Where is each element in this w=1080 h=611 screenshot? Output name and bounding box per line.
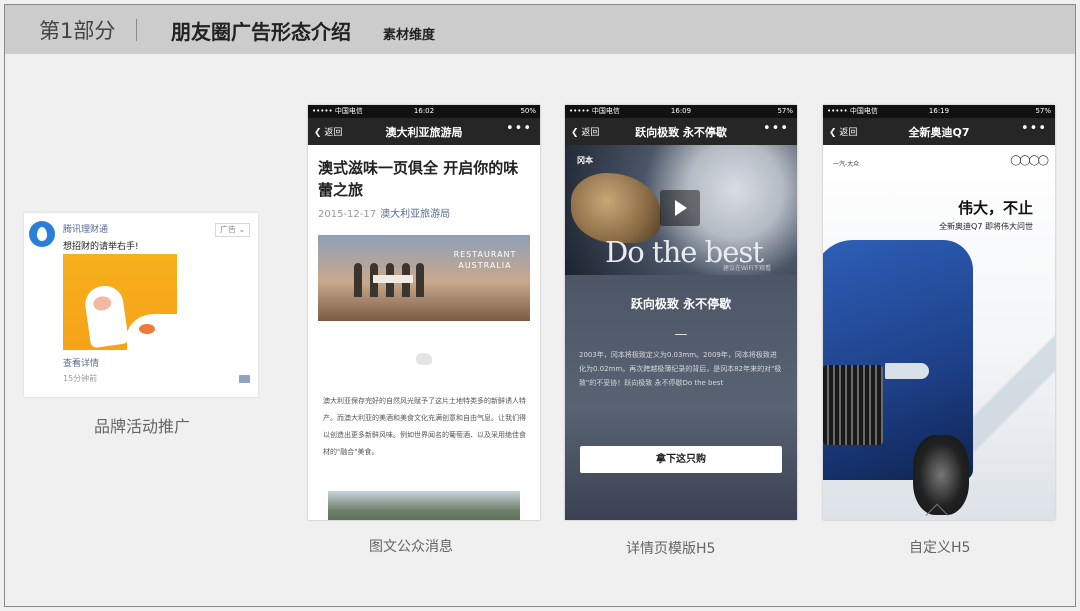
battery-text: 50% xyxy=(520,107,536,115)
detail-heading: 跃向极致 永不停歇 xyxy=(630,297,732,311)
article-meta: 2015-12-17 澳大利亚旅游局 xyxy=(318,205,450,220)
post-time: 15分钟前 xyxy=(63,374,98,383)
caption-detail-h5: 详情页模版H5 xyxy=(626,541,716,557)
mascot-graphic xyxy=(127,314,177,350)
drop-icon xyxy=(37,227,47,241)
slogan-sub: 全新奥迪Q7 即将伟大问世 xyxy=(939,222,1033,231)
ad-badge-label: 广告 xyxy=(220,225,236,234)
ad-account-name[interactable]: 腾讯理财通 xyxy=(63,222,108,235)
article-date: 2015-12-17 xyxy=(318,209,377,220)
header-divider xyxy=(136,19,137,41)
slide-subtitle: 素材维度 xyxy=(383,28,436,43)
status-bar: ••••• 中国电信 16:09 57% xyxy=(565,105,797,118)
nav-bar: ❮ 返回 跃向极致 永不停歇 ••• xyxy=(565,118,797,145)
slide-frame: 第1部分 朋友圈广告形态介绍 素材维度 腾讯理财通 想招财的请举右手! 广告 ⌄… xyxy=(4,4,1076,607)
status-time: 16:02 xyxy=(413,107,435,115)
more-icon[interactable]: ••• xyxy=(506,121,532,136)
article-image: RESTAURANT AUSTRALIA xyxy=(318,235,530,321)
slogan: 伟大，不止 xyxy=(957,199,1033,217)
slide-header: 第1部分 朋友圈广告形态介绍 素材维度 xyxy=(5,5,1075,54)
custom-h5-canvas[interactable]: 一汽-大众 ◯◯◯◯ 伟大，不止 全新奥迪Q7 即将伟大问世 xyxy=(823,145,1055,520)
article-account-link[interactable]: 澳大利亚旅游局 xyxy=(380,209,450,220)
phone-article: ••••• 中国电信 16:02 50% ❮ 返回 澳大利亚旅游局 ••• 澳式… xyxy=(308,105,540,520)
article-title: 澳式滋味一页俱全 开启你的味蕾之旅 xyxy=(318,159,519,199)
more-icon[interactable]: ••• xyxy=(763,121,789,136)
car-grille-graphic xyxy=(823,365,883,445)
phone-detail-h5: ••••• 中国电信 16:09 57% ❮ 返回 跃向极致 永不停歇 ••• … xyxy=(565,105,797,520)
car-wheel-graphic xyxy=(913,435,969,515)
detail-body: 2003年，冈本将极致定义为0.03mm。2009年，冈本将极致进化为0.02m… xyxy=(579,351,782,387)
ad-text: 想招财的请举右手! xyxy=(63,242,139,252)
phone-custom-h5: ••••• 中国电信 16:19 57% ❮ 返回 全新奥迪Q7 ••• 一汽-… xyxy=(823,105,1055,520)
brand-logo: 一汽-大众 xyxy=(833,161,860,168)
slide-title: 朋友圈广告形态介绍 xyxy=(171,20,351,44)
nav-bar: ❮ 返回 澳大利亚旅游局 ••• xyxy=(308,118,540,145)
divider xyxy=(675,334,687,335)
table-graphic xyxy=(373,275,413,283)
leopard-graphic xyxy=(571,173,661,243)
caption-article: 图文公众消息 xyxy=(369,539,453,555)
nav-bar: ❮ 返回 全新奥迪Q7 ••• xyxy=(823,118,1055,145)
comment-icon[interactable] xyxy=(239,375,250,383)
audi-rings-icon: ◯◯◯◯ xyxy=(1010,155,1049,166)
more-icon[interactable]: ••• xyxy=(1021,121,1047,136)
caption-custom-h5: 自定义H5 xyxy=(909,540,971,556)
status-bar: ••••• 中国电信 16:02 50% xyxy=(308,105,540,118)
ad-badge[interactable]: 广告 ⌄ xyxy=(215,223,250,237)
person-graphic xyxy=(416,263,424,297)
brand-logo: 冈本 xyxy=(577,156,593,165)
battery-text: 57% xyxy=(777,107,793,115)
buy-button[interactable]: 拿下这只购 xyxy=(580,446,782,473)
view-details-link[interactable]: 查看详情 xyxy=(63,356,99,369)
car-headlight-graphic xyxy=(885,363,929,379)
australia-map-icon xyxy=(416,353,432,365)
hero-video[interactable]: 冈本 Do the best 建议在WiFi下观看 xyxy=(565,145,797,275)
status-time: 16:19 xyxy=(928,107,950,115)
raised-paw-graphic xyxy=(83,283,129,349)
caption-brand-promo: 品牌活动推广 xyxy=(94,417,191,436)
status-time: 16:09 xyxy=(670,107,692,115)
image-overlay-text: RESTAURANT AUSTRALIA xyxy=(453,250,517,270)
chevron-down-icon: ⌄ xyxy=(238,225,246,234)
wifi-note: 建议在WiFi下观看 xyxy=(723,265,772,272)
moments-ad-card[interactable]: 腾讯理财通 想招财的请举右手! 广告 ⌄ 查看详情 15分钟前 xyxy=(24,213,258,397)
article-body: 澳大利亚保存完好的自然风光赋予了这片土地特类多的新鲜诱人特产。而澳大利亚的美酒和… xyxy=(323,397,526,456)
article-image-2 xyxy=(328,491,520,520)
status-bar: ••••• 中国电信 16:19 57% xyxy=(823,105,1055,118)
section-label: 第1部分 xyxy=(39,19,116,43)
battery-text: 57% xyxy=(1035,107,1051,115)
ad-image[interactable] xyxy=(63,254,177,350)
avatar[interactable] xyxy=(29,221,55,247)
person-graphic xyxy=(354,263,362,297)
play-icon[interactable] xyxy=(660,190,700,226)
